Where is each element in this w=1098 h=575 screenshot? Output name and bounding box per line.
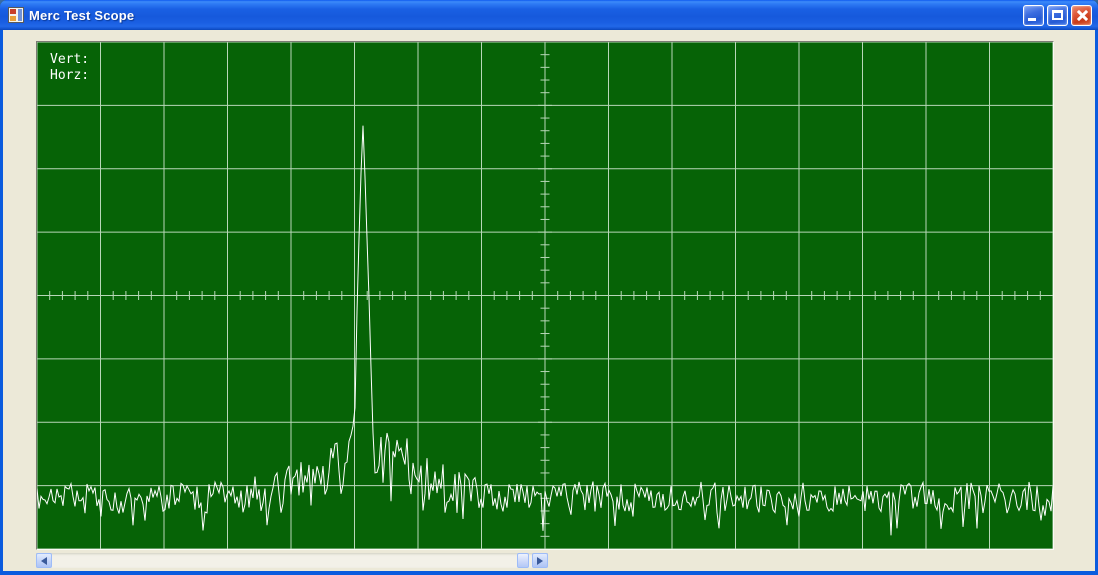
app-window: Merc Test Scope Vert: Horz: xyxy=(0,0,1098,575)
maximize-button[interactable] xyxy=(1047,5,1068,26)
app-icon-red-square xyxy=(10,9,16,14)
app-icon xyxy=(8,7,24,23)
scroll-left-icon xyxy=(41,557,47,565)
horz-label: Horz: xyxy=(50,68,89,83)
app-icon-blue-bar xyxy=(18,9,22,21)
vert-label: Vert: xyxy=(50,52,89,67)
scroll-left-button[interactable] xyxy=(36,553,52,568)
title-bar[interactable]: Merc Test Scope xyxy=(0,0,1098,30)
close-icon xyxy=(1072,6,1091,25)
scroll-right-icon xyxy=(537,557,543,565)
window-controls xyxy=(1023,5,1092,26)
scrollbar-thumb[interactable] xyxy=(517,553,529,568)
scope-display: Vert: Horz: xyxy=(36,41,1054,550)
close-button[interactable] xyxy=(1071,5,1092,26)
scroll-right-button[interactable] xyxy=(532,553,548,568)
minimize-icon xyxy=(1028,18,1036,21)
scope-readout: Vert: Horz: xyxy=(50,52,89,84)
client-area: Vert: Horz: xyxy=(3,30,1095,571)
minimize-button[interactable] xyxy=(1023,5,1044,26)
scope-canvas xyxy=(37,42,1053,549)
window-title: Merc Test Scope xyxy=(29,8,134,23)
horizontal-scrollbar[interactable] xyxy=(36,553,548,568)
app-icon-orange-square xyxy=(10,16,16,21)
maximize-icon xyxy=(1052,10,1063,20)
